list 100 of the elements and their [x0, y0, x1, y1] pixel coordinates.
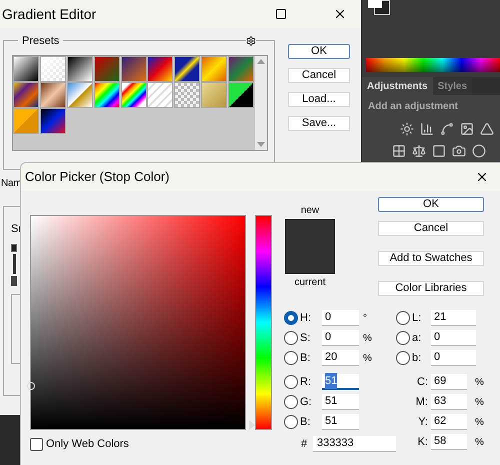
- unit-label: %: [363, 332, 372, 346]
- field-label: S:: [299, 330, 312, 346]
- gradient-swatch[interactable]: [66, 82, 93, 108]
- dialog-button[interactable]: OK: [378, 197, 484, 212]
- radio-button[interactable]: [396, 351, 410, 365]
- radio-button[interactable]: [284, 311, 298, 325]
- checkbox[interactable]: [30, 438, 43, 451]
- dialog-button[interactable]: Color Libraries: [378, 281, 484, 296]
- unit-label: %: [475, 376, 484, 390]
- gradient-swatch[interactable]: [40, 56, 66, 82]
- gradient-bar: [13, 254, 16, 274]
- camera-icon[interactable]: [452, 144, 466, 158]
- dialog-button[interactable]: Save...: [288, 116, 350, 131]
- gradient-swatch[interactable]: [120, 82, 147, 108]
- close-icon[interactable]: [475, 170, 489, 184]
- gradient-swatch[interactable]: [228, 56, 254, 82]
- sun-icon[interactable]: [400, 122, 414, 136]
- field-label: L:: [411, 310, 422, 326]
- gradient-swatch[interactable]: [66, 56, 93, 82]
- window-title: Color Picker (Stop Color): [25, 168, 170, 186]
- unit-label: %: [475, 416, 484, 430]
- gradient-swatch[interactable]: [13, 56, 39, 82]
- field-label: H:: [299, 310, 312, 326]
- field-label: Y:: [417, 414, 429, 430]
- gradient-swatch[interactable]: [174, 82, 200, 108]
- bar-chart-icon[interactable]: [420, 122, 434, 136]
- color-swatches-icon[interactable]: [366, 0, 392, 16]
- maximize-icon[interactable]: [275, 8, 287, 20]
- value-field[interactable]: 21: [431, 310, 476, 326]
- value-field[interactable]: 63: [431, 394, 467, 410]
- checkbox-label: Only Web Colors: [46, 437, 129, 452]
- panel-tab[interactable]: Adjustments: [362, 77, 433, 95]
- square-icon[interactable]: [432, 144, 446, 158]
- radio-button[interactable]: [396, 331, 410, 345]
- dialog-button[interactable]: Load...: [288, 92, 350, 107]
- gradient-swatch[interactable]: [147, 56, 174, 82]
- value-field[interactable]: 51: [322, 414, 359, 430]
- gradient-swatch[interactable]: [40, 108, 66, 134]
- panel-tab[interactable]: Styles: [432, 77, 472, 95]
- gradient-swatch[interactable]: [13, 82, 39, 108]
- opacity-stop-icon: [11, 276, 17, 286]
- value-field[interactable]: 62: [431, 414, 467, 430]
- gradient-swatch[interactable]: [120, 56, 147, 82]
- unit-label: °: [363, 312, 367, 326]
- field-label: B:: [299, 350, 312, 366]
- gradient-swatch[interactable]: [94, 56, 120, 82]
- value-field[interactable]: 51: [322, 394, 359, 410]
- close-icon[interactable]: [333, 7, 347, 21]
- new-color-swatch: [285, 219, 335, 247]
- hue-slider-handle[interactable]: [249, 420, 255, 430]
- radio-button[interactable]: [284, 395, 298, 409]
- gradient-swatch[interactable]: [174, 56, 200, 82]
- value-field[interactable]: 20: [322, 350, 359, 366]
- radio-button[interactable]: [284, 375, 298, 389]
- panel-hint: Add an adjustment: [368, 100, 460, 114]
- dialog-button[interactable]: Add to Swatches: [378, 251, 484, 266]
- color-stop-icon: [11, 244, 17, 252]
- radio-button[interactable]: [284, 331, 298, 345]
- gradient-swatch[interactable]: [13, 108, 39, 134]
- field-label: a:: [411, 330, 422, 346]
- hex-field[interactable]: 333333: [312, 436, 396, 452]
- grid-icon[interactable]: [392, 144, 406, 158]
- field-label: b:: [411, 350, 422, 366]
- gradient-swatch[interactable]: [147, 82, 174, 108]
- value-field[interactable]: 58: [431, 434, 467, 450]
- value-field[interactable]: 51: [322, 374, 359, 390]
- field-label: C:: [416, 374, 429, 390]
- dialog-button[interactable]: OK: [288, 44, 350, 59]
- gradient-swatch[interactable]: [40, 82, 66, 108]
- scale-icon[interactable]: [412, 144, 426, 158]
- field-label: M:: [414, 394, 429, 410]
- dialog-button[interactable]: Cancel: [378, 221, 484, 236]
- image-icon[interactable]: [460, 122, 474, 136]
- current-color-swatch: [285, 247, 335, 274]
- gradient-swatch[interactable]: [94, 82, 120, 108]
- value-field[interactable]: 69: [431, 374, 467, 390]
- color-field[interactable]: [30, 215, 246, 430]
- color-cursor[interactable]: [27, 382, 35, 390]
- window-title: Gradient Editor: [2, 4, 96, 24]
- gradient-swatch[interactable]: [201, 82, 228, 108]
- radio-button[interactable]: [284, 351, 298, 365]
- dialog-button[interactable]: Cancel: [288, 68, 350, 83]
- settings-icon[interactable]: [246, 36, 256, 46]
- triangle-icon[interactable]: [480, 122, 494, 136]
- current-label: current: [294, 276, 326, 290]
- radio-button[interactable]: [284, 415, 298, 429]
- value-field[interactable]: 0: [322, 310, 359, 326]
- field-label: R:: [299, 374, 312, 390]
- unit-label: %: [475, 396, 484, 410]
- new-label: new: [300, 204, 320, 218]
- circle-icon[interactable]: [472, 144, 486, 158]
- field-label: B:: [299, 414, 312, 430]
- gradient-swatch[interactable]: [228, 82, 254, 108]
- value-field[interactable]: 0: [431, 330, 476, 346]
- radio-button[interactable]: [396, 311, 410, 325]
- curve-icon[interactable]: [440, 122, 454, 136]
- gradient-swatch[interactable]: [201, 56, 228, 82]
- value-field[interactable]: 0: [431, 350, 476, 366]
- hex-label: #: [301, 436, 308, 452]
- value-field[interactable]: 0: [322, 330, 359, 346]
